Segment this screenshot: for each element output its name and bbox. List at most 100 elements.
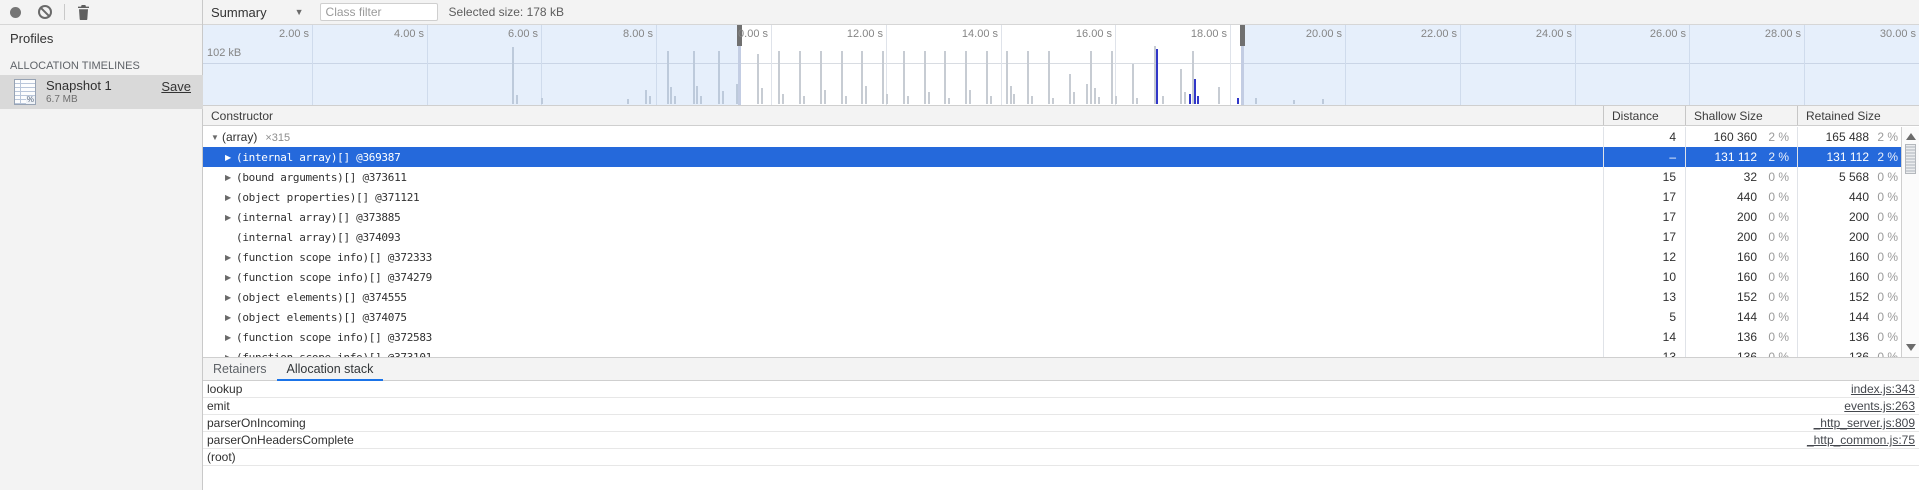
allocation-bar-live — [1189, 94, 1191, 104]
column-separator[interactable] — [1603, 106, 1604, 125]
snapshot-title: Snapshot 1 — [46, 78, 112, 93]
source-location-link[interactable]: index.js:343 — [1851, 381, 1915, 398]
expand-arrow-icon[interactable]: ▶ — [225, 268, 236, 288]
expand-arrow-icon[interactable]: ▶ — [225, 288, 236, 308]
snapshot-icon — [14, 79, 36, 105]
expand-arrow-icon[interactable]: ▶ — [225, 188, 236, 208]
shallow-size-percent: 0 % — [1768, 187, 1789, 207]
constructor-name: (internal array)[] @369387 — [236, 151, 400, 164]
table-row[interactable]: ▶(internal array)[] @369387 – 131 112 2 … — [203, 147, 1901, 167]
selection-handle-right[interactable] — [1240, 25, 1245, 46]
allocation-bar — [1052, 98, 1054, 104]
deselected-overlay-right — [1242, 25, 1919, 105]
allocation-bar-live — [1156, 49, 1158, 104]
distance-cell: – — [1669, 147, 1676, 167]
retained-size-percent: 2 % — [1877, 127, 1898, 147]
bottom-tabbar: RetainersAllocation stack — [203, 357, 1919, 381]
shallow-size-percent: 2 % — [1768, 147, 1789, 167]
column-separator[interactable] — [1685, 106, 1686, 125]
retained-size-cell: 136 — [1849, 347, 1869, 357]
table-row[interactable]: ▶(bound arguments)[] @373611 15 32 0 % 5… — [203, 167, 1901, 187]
allocation-timeline-overview[interactable]: 2.00 s4.00 s6.00 s8.00 s0.00 s12.00 s14.… — [203, 25, 1919, 106]
retained-size-cell: 136 — [1849, 327, 1869, 347]
function-name: parserOnHeadersComplete — [207, 432, 354, 449]
clear-profiles-icon[interactable] — [38, 5, 52, 19]
distance-cell: 5 — [1669, 307, 1676, 327]
allocation-bar — [1090, 51, 1092, 104]
column-header-distance[interactable]: Distance — [1612, 109, 1659, 123]
table-row[interactable]: ▶(object properties)[] @371121 17 440 0 … — [203, 187, 1901, 207]
shallow-size-cell: 136 — [1737, 327, 1757, 347]
table-row[interactable]: ▶(function scope info)[] @373101 13 136 … — [203, 347, 1901, 357]
perspective-select[interactable]: Summary ▼ — [203, 5, 312, 20]
table-row[interactable]: (internal array)[] @374093 17 200 0 % 20… — [203, 227, 1901, 247]
shallow-size-cell: 136 — [1737, 347, 1757, 357]
record-heap-icon[interactable] — [10, 7, 21, 18]
allocation-bar — [924, 51, 926, 104]
table-row[interactable]: ▼(array)×315 4 160 360 2 % 165 488 2 % — [203, 127, 1901, 147]
allocation-bar — [990, 96, 992, 104]
allocation-bar — [803, 96, 805, 104]
allocation-bar — [841, 51, 843, 104]
allocation-bar — [799, 51, 801, 104]
distance-cell: 12 — [1663, 247, 1676, 267]
tab-retainers[interactable]: Retainers — [203, 358, 277, 380]
column-separator — [1797, 127, 1798, 357]
column-header-retained-size[interactable]: Retained Size — [1806, 109, 1881, 123]
constructor-name: (function scope info)[] @374279 — [236, 271, 432, 284]
expand-arrow-icon[interactable]: ▶ — [225, 148, 236, 168]
allocation-bar — [1094, 88, 1096, 104]
allocation-bar — [928, 92, 930, 104]
retained-size-cell: 160 — [1849, 247, 1869, 267]
ruler-tick-label: 0.00 s — [708, 28, 768, 40]
column-header-shallow-size[interactable]: Shallow Size — [1694, 109, 1763, 123]
table-row[interactable]: ▶(object elements)[] @374075 5 144 0 % 1… — [203, 307, 1901, 327]
column-header-constructor[interactable]: Constructor — [211, 109, 273, 123]
selection-edge-left — [738, 45, 741, 105]
profiles-sidebar: Profiles ALLOCATION TIMELINES Snapshot 1… — [0, 0, 203, 490]
retained-size-cell: 200 — [1849, 227, 1869, 247]
table-row[interactable]: ▶(object elements)[] @374555 13 152 0 % … — [203, 287, 1901, 307]
expand-arrow-icon[interactable]: ▼ — [211, 128, 222, 148]
scrollbar-thumb[interactable] — [1905, 144, 1916, 174]
stack-frame-row: lookup index.js:343 — [203, 381, 1919, 398]
allocation-bar — [778, 51, 780, 104]
ruler-gridline — [771, 25, 772, 105]
allocation-bar — [1013, 94, 1015, 104]
constructor-name: (array) — [222, 130, 257, 144]
toolbar-separator — [64, 4, 65, 20]
sidebar-item-snapshot-1[interactable]: Snapshot 1 6.7 MB Save — [0, 75, 203, 109]
retained-size-cell: 144 — [1849, 307, 1869, 327]
source-location-link[interactable]: _http_server.js:809 — [1814, 415, 1915, 432]
allocation-bar — [820, 51, 822, 104]
table-row[interactable]: ▶(function scope info)[] @372583 14 136 … — [203, 327, 1901, 347]
expand-arrow-icon[interactable]: ▶ — [225, 328, 236, 348]
source-location-link[interactable]: _http_common.js:75 — [1807, 432, 1915, 449]
save-link[interactable]: Save — [161, 79, 191, 94]
allocation-bar — [1162, 96, 1164, 104]
scroll-up-icon[interactable] — [1906, 133, 1916, 140]
expand-arrow-icon[interactable]: ▶ — [225, 168, 236, 188]
vertical-scrollbar[interactable] — [1901, 127, 1919, 357]
class-filter-input[interactable] — [320, 3, 438, 21]
allocation-bar — [865, 86, 867, 104]
allocation-stack-pane: lookup index.js:343 emit events.js:263 p… — [203, 381, 1919, 490]
expand-arrow-icon[interactable]: ▶ — [225, 208, 236, 228]
delete-profile-icon[interactable] — [77, 5, 90, 20]
column-separator[interactable] — [1797, 106, 1798, 125]
allocation-bar — [761, 88, 763, 104]
expand-arrow-icon[interactable]: ▶ — [225, 308, 236, 328]
scroll-down-icon[interactable] — [1906, 344, 1916, 351]
stack-frame-row: emit events.js:263 — [203, 398, 1919, 415]
source-location-link[interactable]: events.js:263 — [1844, 398, 1915, 415]
distance-cell: 14 — [1663, 327, 1676, 347]
stack-frame-row: (root) — [203, 449, 1919, 466]
expand-arrow-icon[interactable]: ▶ — [225, 248, 236, 268]
allocation-bar — [1184, 92, 1186, 104]
table-row[interactable]: ▶(function scope info)[] @372333 12 160 … — [203, 247, 1901, 267]
expand-arrow-icon[interactable]: ▶ — [225, 348, 236, 357]
table-row[interactable]: ▶(function scope info)[] @374279 10 160 … — [203, 267, 1901, 287]
tab-allocation-stack[interactable]: Allocation stack — [277, 358, 384, 380]
retained-size-percent: 0 % — [1877, 287, 1898, 307]
table-row[interactable]: ▶(internal array)[] @373885 17 200 0 % 2… — [203, 207, 1901, 227]
